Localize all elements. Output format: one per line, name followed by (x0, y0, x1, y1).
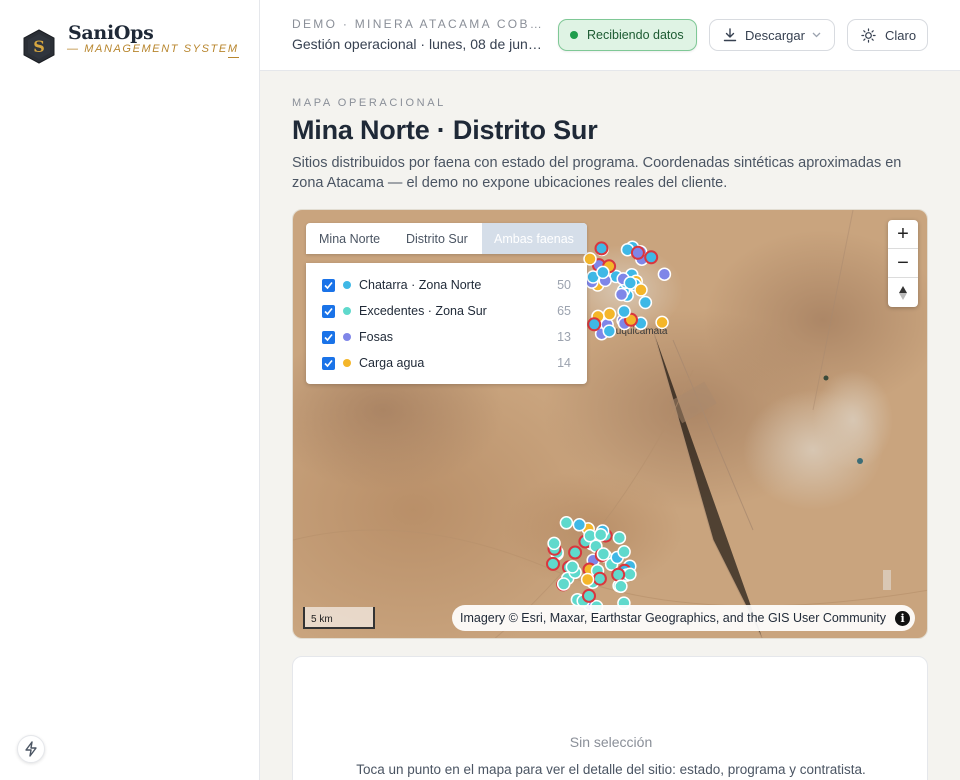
site-marker[interactable] (587, 317, 602, 332)
layer-control: Chatarra · Zona Norte 50 Excedentes · Zo… (306, 263, 587, 384)
bolt-icon (25, 741, 37, 757)
tab-mina-norte[interactable]: Mina Norte (306, 223, 394, 254)
layer-checkbox[interactable] (322, 330, 335, 344)
scale-bar: 5 km (303, 607, 375, 629)
site-marker[interactable] (602, 307, 617, 321)
sidebar: S SaniOps — MANAGEMENT SYSTEM (0, 0, 260, 780)
layer-color-dot (343, 359, 351, 367)
layer-count: 14 (557, 356, 571, 370)
zoom-in-button[interactable]: + (888, 220, 918, 249)
saniops-logo-icon: S (23, 29, 55, 64)
layer-item-excedentes[interactable]: Excedentes · Zona Sur 65 (306, 298, 587, 324)
check-icon (324, 359, 333, 367)
site-marker[interactable] (623, 567, 637, 582)
site-marker[interactable] (617, 304, 631, 319)
site-marker[interactable] (644, 250, 659, 265)
download-button[interactable]: Descargar (709, 19, 835, 51)
page-title: Mina Norte · Distrito Sur (292, 115, 598, 145)
site-marker[interactable] (593, 527, 608, 542)
layer-checkbox[interactable] (322, 278, 335, 292)
faena-tabs: Mina Norte Distrito Sur Ambas faenas (306, 223, 587, 254)
layer-label: Fosas (359, 330, 394, 344)
site-marker[interactable] (612, 530, 627, 545)
site-marker[interactable] (614, 287, 629, 302)
detail-empty-title: Sin selección (569, 734, 653, 750)
live-status-dot-icon (570, 31, 578, 39)
layer-item-carga-agua[interactable]: Carga agua 14 (306, 350, 587, 376)
quick-actions-button[interactable] (17, 735, 45, 763)
info-icon[interactable]: i (895, 610, 911, 626)
site-marker[interactable] (582, 588, 596, 603)
live-status-label: Recibiendo datos (587, 28, 684, 42)
site-marker[interactable] (594, 241, 609, 256)
layer-color-dot (343, 281, 351, 289)
site-marker[interactable] (568, 545, 583, 560)
layer-count: 50 (557, 278, 571, 292)
layer-checkbox[interactable] (322, 304, 335, 318)
site-marker[interactable] (546, 556, 560, 571)
sun-icon (861, 27, 876, 43)
site-marker[interactable] (655, 315, 669, 330)
brand-name: SaniOps (68, 22, 154, 44)
tab-distrito-sur[interactable]: Distrito Sur (394, 223, 482, 254)
map-attribution: Imagery © Esri, Maxar, Earthstar Geograp… (452, 605, 916, 631)
detail-empty-hint: Toca un punto en el mapa para ver el det… (356, 762, 866, 777)
live-status-badge[interactable]: Recibiendo datos (558, 19, 697, 51)
site-marker[interactable] (634, 283, 648, 297)
brand[interactable]: S SaniOps — MANAGEMENT SYSTEM (23, 22, 239, 64)
site-marker[interactable] (630, 245, 645, 260)
layer-count: 13 (557, 330, 571, 344)
compass-icon (899, 285, 907, 300)
layer-checkbox[interactable] (322, 356, 335, 370)
layer-count: 65 (557, 304, 571, 318)
site-marker[interactable] (657, 267, 672, 281)
check-icon (324, 333, 333, 341)
top-header: DEMO · MINERA ATACAMA COBRE S.A. Gestión… (260, 0, 960, 71)
brand-divider (228, 57, 239, 58)
section-eyebrow: MAPA OPERACIONAL (292, 97, 446, 109)
organization-label: DEMO · MINERA ATACAMA COBRE S.A. (292, 17, 544, 31)
theme-toggle-button[interactable]: Claro (847, 19, 928, 51)
site-marker[interactable] (596, 547, 611, 561)
reset-north-button[interactable] (888, 278, 918, 307)
site-marker[interactable] (559, 516, 574, 530)
svg-text:S: S (33, 37, 45, 56)
check-icon (324, 307, 333, 315)
download-icon (723, 28, 737, 42)
zoom-control: + − (888, 220, 918, 307)
layer-color-dot (343, 333, 351, 341)
layer-label: Carga agua (359, 356, 425, 370)
site-marker[interactable] (580, 572, 595, 587)
site-marker[interactable] (611, 567, 626, 582)
site-marker[interactable] (602, 324, 617, 338)
chevron-down-icon (812, 32, 821, 38)
site-detail-panel: Sin selección Toca un punto en el mapa p… (292, 656, 928, 780)
site-marker[interactable] (592, 571, 607, 586)
site-marker[interactable] (617, 545, 631, 559)
date-subtitle: Gestión operacional · lunes, 08 de junio… (292, 36, 544, 52)
site-marker[interactable] (556, 577, 571, 591)
site-marker[interactable] (596, 265, 610, 280)
site-marker[interactable] (565, 560, 580, 574)
check-icon (324, 281, 333, 289)
zoom-out-button[interactable]: − (888, 249, 918, 278)
site-marker[interactable] (638, 295, 653, 310)
tab-ambas-faenas[interactable]: Ambas faenas (482, 223, 587, 254)
brand-subtitle: — MANAGEMENT SYSTEM (67, 43, 239, 55)
download-label: Descargar (745, 27, 805, 43)
attribution-text: Imagery © Esri, Maxar, Earthstar Geograp… (460, 611, 887, 625)
layer-item-fosas[interactable]: Fosas 13 (306, 324, 587, 350)
site-marker[interactable] (614, 579, 628, 594)
site-marker[interactable] (572, 518, 587, 532)
operations-map[interactable]: Chuquicamata Mina Norte Distrito Sur Amb… (292, 209, 928, 639)
layer-label: Chatarra · Zona Norte (359, 278, 482, 292)
site-marker[interactable] (623, 276, 638, 290)
theme-label: Claro (885, 27, 917, 43)
site-marker[interactable] (547, 536, 561, 551)
layer-item-chatarra[interactable]: Chatarra · Zona Norte 50 (306, 272, 587, 298)
page-description: Sitios distribuidos por faena con estado… (292, 155, 902, 191)
layer-label: Excedentes · Zona Sur (359, 304, 487, 318)
layer-color-dot (343, 307, 351, 315)
